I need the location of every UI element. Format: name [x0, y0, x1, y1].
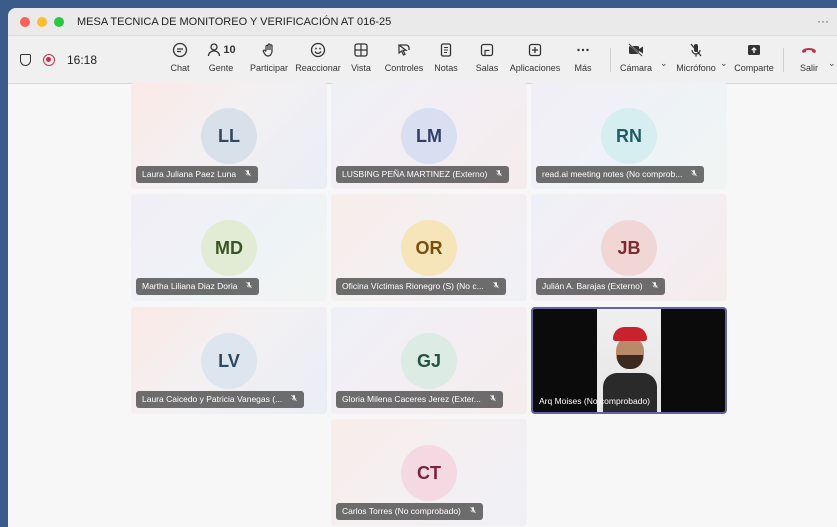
- participant-name-tag: Julián A. Barajas (Externo): [536, 278, 665, 295]
- meeting-timer: 16:18: [67, 52, 98, 67]
- people-icon: [208, 43, 221, 57]
- participant-tile[interactable]: RN read.ai meeting notes (No comprob...: [531, 82, 727, 189]
- participant-tile[interactable]: OR Oficina Víctimas Rionegro (S) (No c..…: [331, 194, 527, 301]
- microphone-button[interactable]: Micrófono: [667, 40, 725, 73]
- participant-name-tag: read.ai meeting notes (No comprob...: [536, 166, 705, 183]
- participant-tile[interactable]: GJ Gloria Milena Caceres Jerez (Exter...: [331, 307, 527, 414]
- meeting-toolbar: 16:18 Chat 10 Gente Participar Reacciona…: [8, 36, 837, 84]
- person-torso: [603, 373, 657, 412]
- participant-video-tile[interactable]: Arq Moises (No comprobado): [531, 307, 727, 414]
- smiley-icon: [310, 40, 326, 60]
- window-title: MESA TECNICA DE MONITOREO Y VERIFICACIÓN…: [77, 15, 392, 28]
- leave-options-chevron-down-icon[interactable]: ⌄: [828, 58, 836, 69]
- participant-name: Arq Moises (No comprobado): [539, 396, 651, 406]
- add-app-icon: [527, 40, 543, 60]
- rooms-label: Salas: [475, 63, 499, 73]
- mic-off-icon: [492, 281, 500, 291]
- participant-name-tag: Laura Caicedo y Patricia Vanegas (...: [136, 391, 305, 408]
- mic-off-icon: [244, 169, 252, 179]
- people-label: Gente: [208, 63, 234, 73]
- participant-tile[interactable]: LM LUSBING PEÑA MARTINEZ (Externo): [331, 82, 527, 189]
- grid-icon: [353, 40, 369, 60]
- more-label: Más: [574, 63, 592, 73]
- avatar: CT: [401, 445, 457, 501]
- participant-name: read.ai meeting notes (No comprob...: [542, 169, 683, 179]
- raise-hand-label: Participar: [249, 63, 288, 73]
- avatar: LV: [201, 333, 257, 389]
- share-icon: [746, 40, 762, 60]
- microphone-label: Micrófono: [676, 63, 716, 73]
- participant-name: Julián A. Barajas (Externo): [542, 281, 643, 291]
- chat-icon: [172, 40, 188, 60]
- participant-tile[interactable]: LV Laura Caicedo y Patricia Vanegas (...: [131, 307, 327, 414]
- minimize-window-button[interactable]: [37, 16, 47, 27]
- camera-button[interactable]: Cámara: [607, 40, 665, 73]
- close-window-button[interactable]: [20, 16, 30, 27]
- share-label: Comparte: [734, 63, 774, 73]
- participant-name-tag: LUSBING PEÑA MARTINEZ (Externo): [336, 166, 510, 183]
- title-bar: MESA TECNICA DE MONITOREO Y VERIFICACIÓN…: [8, 8, 837, 36]
- mic-off-icon: [489, 394, 497, 404]
- participant-name: LUSBING PEÑA MARTINEZ (Externo): [342, 169, 488, 179]
- participant-name: Martha Liliana Diaz Doria: [142, 281, 238, 291]
- person-beard: [617, 355, 643, 369]
- participant-name-tag: Laura Juliana Paez Luna: [136, 166, 259, 183]
- mic-off-icon: [690, 169, 698, 179]
- avatar: LL: [201, 108, 257, 164]
- person-cap: [613, 327, 647, 341]
- view-label: Vista: [351, 63, 371, 73]
- window-more-icon[interactable]: ···: [817, 14, 829, 28]
- camera-off-icon: [627, 40, 645, 60]
- mic-off-icon: [290, 394, 298, 404]
- participant-name-tag: Gloria Milena Caceres Jerez (Exter...: [336, 391, 503, 408]
- mic-off-icon: [245, 281, 253, 291]
- maximize-window-button[interactable]: [54, 16, 64, 27]
- participant-tile[interactable]: JB Julián A. Barajas (Externo): [531, 194, 727, 301]
- recording-icon[interactable]: [43, 53, 55, 66]
- apps-label: Aplicaciones: [509, 63, 561, 73]
- participant-name: Oficina Víctimas Rionegro (S) (No c...: [342, 281, 484, 291]
- chat-label: Chat: [170, 63, 190, 73]
- hand-icon: [261, 40, 277, 60]
- avatar: GJ: [401, 333, 457, 389]
- leave-label: Salir: [799, 63, 818, 73]
- avatar: OR: [401, 220, 457, 276]
- participant-name: Carlos Torres (No comprobado): [342, 506, 461, 516]
- camera-label: Cámara: [619, 63, 652, 73]
- mic-off-icon: [651, 281, 659, 291]
- participant-name-tag: Oficina Víctimas Rionegro (S) (No c...: [336, 278, 506, 295]
- mic-off-icon: [688, 40, 704, 60]
- participant-tile[interactable]: MD Martha Liliana Diaz Doria: [131, 194, 327, 301]
- notes-label: Notas: [434, 63, 458, 73]
- rooms-icon: [479, 40, 495, 60]
- shield-icon[interactable]: [20, 53, 31, 66]
- notes-icon: [438, 40, 454, 60]
- participant-name-tag: Martha Liliana Diaz Doria: [136, 278, 260, 295]
- participant-name: Laura Juliana Paez Luna: [142, 169, 237, 179]
- participant-name: Laura Caicedo y Patricia Vanegas (...: [142, 394, 283, 404]
- mic-off-icon: [495, 169, 503, 179]
- mic-off-icon: [469, 506, 477, 516]
- avatar: MD: [201, 220, 257, 276]
- people-count: 10: [223, 44, 236, 56]
- share-button[interactable]: Comparte: [725, 40, 783, 73]
- participant-name: Gloria Milena Caceres Jerez (Exter...: [342, 394, 481, 404]
- more-icon: [575, 40, 591, 60]
- participant-tile[interactable]: LL Laura Juliana Paez Luna: [131, 82, 327, 189]
- more-button[interactable]: Más: [554, 40, 612, 73]
- cursor-icon: [396, 40, 412, 60]
- hang-up-icon: [800, 40, 818, 60]
- avatar: JB: [601, 220, 657, 276]
- participant-name-tag: Carlos Torres (No comprobado): [336, 503, 483, 520]
- participant-tile[interactable]: CT Carlos Torres (No comprobado): [331, 419, 527, 526]
- avatar: RN: [601, 108, 657, 164]
- avatar: LM: [401, 108, 457, 164]
